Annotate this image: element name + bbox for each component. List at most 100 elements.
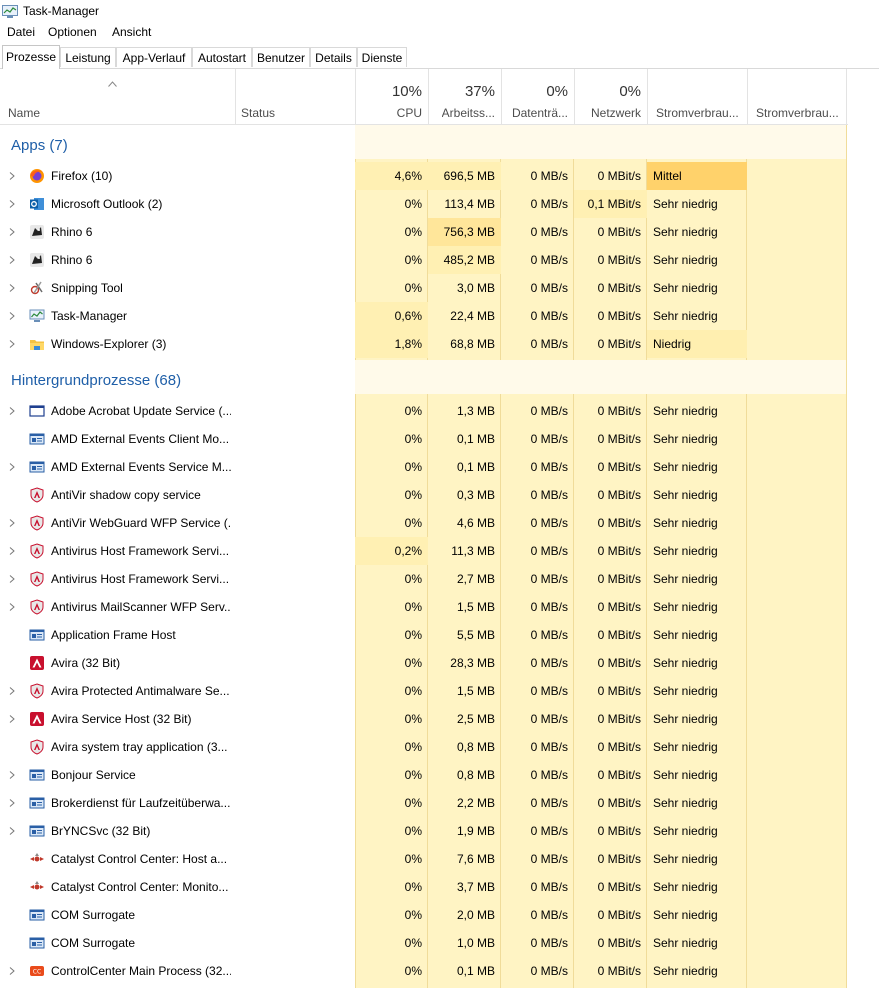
menu-optionen[interactable]: Optionen [48, 25, 97, 39]
menu-bar: Datei Optionen Ansicht [0, 22, 879, 42]
chevron-right-icon[interactable] [9, 340, 15, 348]
tab-dienste[interactable]: Dienste [357, 47, 407, 67]
task-manager-icon [2, 5, 18, 18]
chevron-right-icon[interactable] [9, 799, 15, 807]
power-usage-value: Sehr niedrig [653, 253, 718, 267]
chevron-right-icon[interactable] [9, 256, 15, 264]
service-icon [29, 797, 45, 809]
network-value: 0 MBit/s [597, 684, 641, 698]
cpu-value: 0% [404, 572, 422, 586]
title-bar: Task-Manager [0, 0, 879, 22]
memory-value: 0,1 MB [456, 964, 495, 978]
group-header-apps[interactable]: Apps (7) [0, 125, 879, 159]
chevron-right-icon[interactable] [9, 200, 15, 208]
chevron-right-icon[interactable] [9, 172, 15, 180]
process-row[interactable]: BrYNCSvc (32 Bit) 0% 1,9 MB 0 MB/s 0 MBit/s S… [0, 817, 879, 845]
cpu-value: 0% [404, 824, 422, 838]
process-name: Task-Manager [51, 309, 128, 323]
shield-icon [30, 739, 44, 755]
column-name[interactable]: Name [0, 69, 235, 125]
chevron-right-icon[interactable] [9, 228, 15, 236]
rhino-icon [30, 253, 44, 267]
cpu-value: 0% [404, 628, 422, 642]
disk-value: 0 MB/s [530, 628, 568, 642]
tab-benutzer[interactable]: Benutzer [252, 47, 310, 67]
disk-value: 0 MB/s [530, 197, 568, 211]
disk-value: 0 MB/s [530, 852, 568, 866]
tab-app-verlauf[interactable]: App-Verlauf [116, 47, 192, 67]
process-row[interactable]: Avira (32 Bit) 0% 28,3 MB 0 MB/s 0 MBit/s Seh… [0, 649, 879, 677]
group-header-background[interactable]: Hintergrundprozesse (68) [0, 360, 879, 394]
memory-value: 696,5 MB [428, 162, 501, 190]
cpu-value: 0,6% [355, 302, 428, 330]
chevron-right-icon[interactable] [9, 463, 15, 471]
process-name: Antivirus Host Framework Servi... [51, 572, 230, 586]
process-row[interactable]: Catalyst Control Center: Host a... 0% 7,6 … [0, 845, 879, 873]
process-row[interactable]: Microsoft Outlook (2) 0% 113,4 MB 0 MB/s 0,1… [0, 190, 879, 218]
process-row[interactable]: AMD External Events Service M... 0% 0,1 MB… [0, 453, 879, 481]
tab-prozesse[interactable]: Prozesse [2, 45, 60, 69]
memory-value: 68,8 MB [450, 337, 495, 351]
process-row[interactable]: Brokerdienst für Laufzeitüberwa... 0% 2,2 … [0, 789, 879, 817]
process-row[interactable]: Windows-Explorer (3) 1,8% 68,8 MB 0 MB/s 0 M… [0, 330, 879, 358]
chevron-right-icon[interactable] [9, 687, 15, 695]
process-row[interactable]: Bonjour Service 0% 0,8 MB 0 MB/s 0 MBit/s Seh… [0, 761, 879, 789]
process-row[interactable]: Avira Service Host (32 Bit) 0% 2,5 MB 0 MB/… [0, 705, 879, 733]
process-row[interactable]: Snipping Tool 0% 3,0 MB 0 MB/s 0 MBit/s Sehr … [0, 274, 879, 302]
tab-leistung[interactable]: Leistung [60, 47, 116, 67]
memory-value: 2,2 MB [456, 796, 495, 810]
chevron-right-icon[interactable] [9, 967, 15, 975]
tab-autostart[interactable]: Autostart [192, 47, 252, 67]
svg-text:CC: CC [33, 969, 41, 976]
chevron-right-icon[interactable] [9, 575, 15, 583]
process-row[interactable]: Avira Protected Antimalware Se... 0% 1,5 M… [0, 677, 879, 705]
power-usage-value: Sehr niedrig [653, 516, 718, 530]
chevron-right-icon[interactable] [9, 827, 15, 835]
menu-ansicht[interactable]: Ansicht [112, 25, 151, 39]
chevron-right-icon[interactable] [9, 407, 15, 415]
process-row[interactable]: Task-Manager 0,6% 22,4 MB 0 MB/s 0 MBit/s Seh… [0, 302, 879, 330]
group-band [355, 125, 846, 159]
process-row[interactable]: Application Frame Host 0% 5,5 MB 0 MB/s 0 MB… [0, 621, 879, 649]
column-power-trend[interactable]: Stromverbrau... [747, 69, 847, 125]
network-value: 0 MBit/s [597, 740, 641, 754]
process-row[interactable]: Adobe Acrobat Update Service (... 0% 1,3 M… [0, 397, 879, 425]
column-cpu[interactable]: 10% CPU [355, 69, 428, 125]
column-memory[interactable]: 37% Arbeitss... [428, 69, 501, 125]
service-icon [29, 769, 45, 781]
column-network[interactable]: 0% Netzwerk [574, 69, 647, 125]
process-row[interactable]: COM Surrogate 0% 2,0 MB 0 MB/s 0 MBit/s Sehr … [0, 901, 879, 929]
process-row[interactable]: AntiVir shadow copy service 0% 0,3 MB 0 MB/… [0, 481, 879, 509]
process-row[interactable]: Firefox (10) 4,6% 696,5 MB 0 MB/s 0 MBit/s Mi… [0, 162, 879, 190]
chevron-right-icon[interactable] [9, 312, 15, 320]
chevron-right-icon[interactable] [9, 547, 15, 555]
chevron-right-icon[interactable] [9, 771, 15, 779]
process-row[interactable]: Avira system tray application (3... 0% 0,8… [0, 733, 879, 761]
cpu-value: 0% [404, 740, 422, 754]
chevron-right-icon[interactable] [9, 284, 15, 292]
tab-details[interactable]: Details [310, 47, 357, 67]
process-row[interactable]: Catalyst Control Center: Monito... 0% 3,7 … [0, 873, 879, 901]
chevron-right-icon[interactable] [9, 603, 15, 611]
column-power-usage[interactable]: Stromverbrau... [647, 69, 747, 125]
process-row[interactable]: CC ControlCenter Main Process (32... 0% 0,1… [0, 957, 879, 985]
process-name: Avira (32 Bit) [51, 656, 121, 670]
process-row[interactable]: Rhino 6 0% 485,2 MB 0 MB/s 0 MBit/s Sehr nied… [0, 246, 879, 274]
process-row[interactable]: Antivirus Host Framework Servi... 0% 2,7 M… [0, 565, 879, 593]
power-usage-value: Sehr niedrig [653, 740, 718, 754]
network-value: 0 MBit/s [597, 600, 641, 614]
column-status[interactable]: Status [235, 69, 355, 125]
process-row[interactable]: Antivirus MailScanner WFP Serv... 0% 1,5 M… [0, 593, 879, 621]
process-row[interactable]: COM Surrogate 0% 1,0 MB 0 MB/s 0 MBit/s Sehr … [0, 929, 879, 957]
process-row[interactable]: AMD External Events Client Mo... 0% 0,1 MB… [0, 425, 879, 453]
column-disk[interactable]: 0% Datenträ... [501, 69, 574, 125]
menu-datei[interactable]: Datei [7, 25, 35, 39]
process-row[interactable]: AntiVir WebGuard WFP Service (... 0% 4,6 M… [0, 509, 879, 537]
chevron-right-icon[interactable] [9, 715, 15, 723]
process-row[interactable]: Antivirus Host Framework Servi... 0,2% 11,… [0, 537, 879, 565]
power-usage-value: Sehr niedrig [653, 544, 718, 558]
process-name: Antivirus Host Framework Servi... [51, 544, 230, 558]
process-row[interactable]: Rhino 6 0% 756,3 MB 0 MB/s 0 MBit/s Sehr nied… [0, 218, 879, 246]
memory-value: 485,2 MB [428, 246, 501, 274]
chevron-right-icon[interactable] [9, 519, 15, 527]
